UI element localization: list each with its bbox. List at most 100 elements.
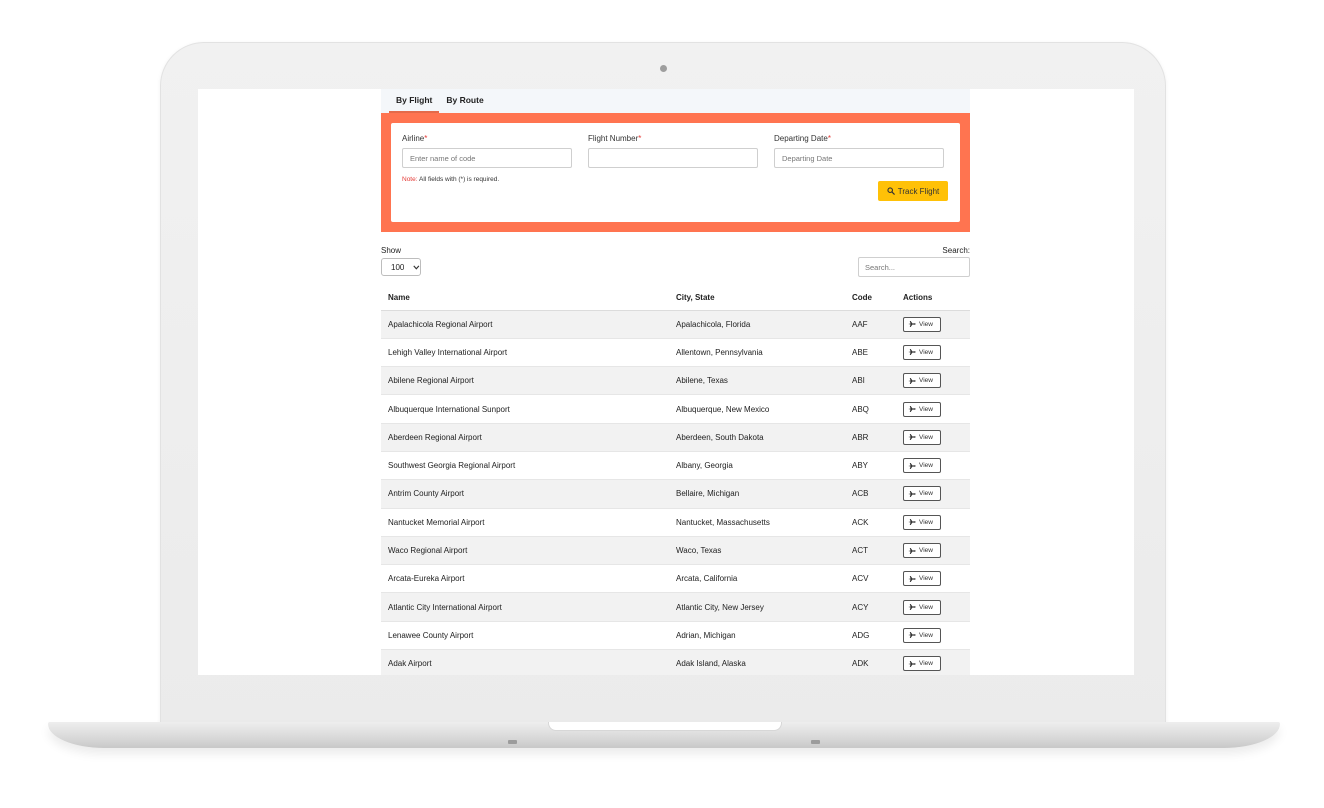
view-label: View [919,433,933,441]
view-button[interactable]: View [903,344,941,360]
flight-number-input[interactable] [588,148,758,168]
view-button[interactable]: View [903,316,941,332]
plane-icon [908,660,916,667]
airport-name-cell: Albuquerque International Sunport [381,394,669,424]
required-note: Note: All fields with (*) is required. [402,176,948,183]
airport-name-cell: Lenawee County Airport [381,621,669,651]
view-label: View [919,575,933,583]
city-state-cell: Apalachicola, Florida [669,310,845,339]
airport-code-cell: ADG [845,621,896,651]
actions-cell: View [896,621,970,651]
view-button[interactable]: View [903,458,941,474]
actions-cell: View [896,394,970,424]
actions-cell: View [896,423,970,452]
required-mark: * [827,134,831,143]
table-row: Arcata-Eureka Airport Arcata, California A… [381,564,970,594]
airport-name-cell: Apalachicola Regional Airport [381,310,669,339]
airport-name-cell: Arcata-Eureka Airport [381,564,669,594]
table-row: Aberdeen Regional Airport Aberdeen, South… [381,423,970,452]
table-row: Atlantic City International Airport Atlan… [381,592,970,622]
page-size-select[interactable]: 100 [381,258,421,276]
field-row: Airline* Flight Number* Departing Date* [402,134,948,168]
airline-input[interactable] [402,148,572,168]
airport-name-cell: Southwest Georgia Regional Airport [381,451,669,481]
airport-name-cell: Lehigh Valley International Airport [381,338,669,368]
view-button[interactable]: View [903,514,941,530]
actions-cell: View [896,536,970,566]
laptop-foot-left [508,740,517,744]
view-label: View [919,348,933,356]
airline-field: Airline* [402,134,572,168]
view-button[interactable]: View [903,543,941,559]
departing-date-input[interactable] [774,148,944,168]
airport-name-cell: Abilene Regional Airport [381,366,669,396]
table-body: Apalachicola Regional Airport Apalachicol… [381,310,970,675]
view-button[interactable]: View [903,627,941,643]
view-label: View [919,490,933,498]
tab-by-route[interactable]: By Route [439,95,490,113]
view-button[interactable]: View [903,656,941,672]
note-text: All fields with (*) is required. [417,176,500,183]
table-row: Southwest Georgia Regional Airport Albany… [381,451,970,481]
plane-icon [908,349,916,356]
city-state-cell: Albuquerque, New Mexico [669,394,845,424]
view-button[interactable]: View [903,571,941,587]
actions-cell: View [896,508,970,537]
column-header-code[interactable]: Code [845,286,896,311]
laptop-hinge [548,722,782,731]
table-row: Apalachicola Regional Airport Apalachicol… [381,310,970,339]
column-header-name[interactable]: Name [381,286,669,311]
laptop-foot-right [811,740,820,744]
track-flight-button[interactable]: Track Flight [878,181,948,201]
table-row: Adak Airport Adak Island, Alaska ADK View [381,649,970,675]
search-icon [887,187,895,195]
airport-name-cell: Atlantic City International Airport [381,592,669,622]
airport-code-cell: ABR [845,423,896,452]
airport-code-cell: ACT [845,536,896,566]
view-label: View [919,660,933,668]
chevron-down-icon [413,265,420,270]
city-state-cell: Nantucket, Massachusetts [669,508,845,537]
flight-number-label: Flight Number* [588,134,642,143]
view-button[interactable]: View [903,373,941,389]
actions-cell: View [896,338,970,368]
view-button[interactable]: View [903,401,941,417]
plane-icon [908,377,916,384]
page-size-value: 100 [391,262,405,272]
tab-by-flight[interactable]: By Flight [389,95,440,113]
column-header-city[interactable]: City, State [669,286,845,311]
track-flight-label: Track Flight [897,186,940,196]
departing-date-label: Departing Date* [774,134,831,143]
plane-icon [908,519,916,526]
plane-icon [908,434,916,441]
table-row: Antrim County Airport Bellaire, Michigan A… [381,479,970,509]
show-label: Show [381,246,402,255]
view-button[interactable]: View [903,429,941,445]
airport-code-cell: AAF [845,310,896,339]
plane-icon [908,462,916,469]
city-state-cell: Abilene, Texas [669,366,845,396]
actions-cell: View [896,649,970,675]
city-state-cell: Adrian, Michigan [669,621,845,651]
view-button[interactable]: View [903,599,941,615]
city-state-cell: Bellaire, Michigan [669,479,845,509]
airport-code-cell: ACV [845,564,896,594]
view-label: View [919,631,933,639]
city-state-cell: Allentown, Pennsylvania [669,338,845,368]
flight-search-card: Airline* Flight Number* Departing Date* … [391,123,960,222]
airport-code-cell: ADK [845,649,896,675]
city-state-cell: Albany, Georgia [669,451,845,481]
table-row: Lehigh Valley International Airport Allen… [381,338,970,368]
column-header-actions: Actions [896,286,970,311]
airport-code-cell: ABY [845,451,896,481]
actions-cell: View [896,564,970,594]
airport-code-cell: ABE [845,338,896,368]
city-state-cell: Atlantic City, New Jersey [669,592,845,622]
required-mark: * [638,134,642,143]
table-search-input[interactable] [858,257,970,277]
airport-code-cell: ACY [845,592,896,622]
actions-cell: View [896,592,970,622]
camera-icon [660,65,667,72]
view-button[interactable]: View [903,486,941,502]
airport-name-cell: Nantucket Memorial Airport [381,508,669,537]
